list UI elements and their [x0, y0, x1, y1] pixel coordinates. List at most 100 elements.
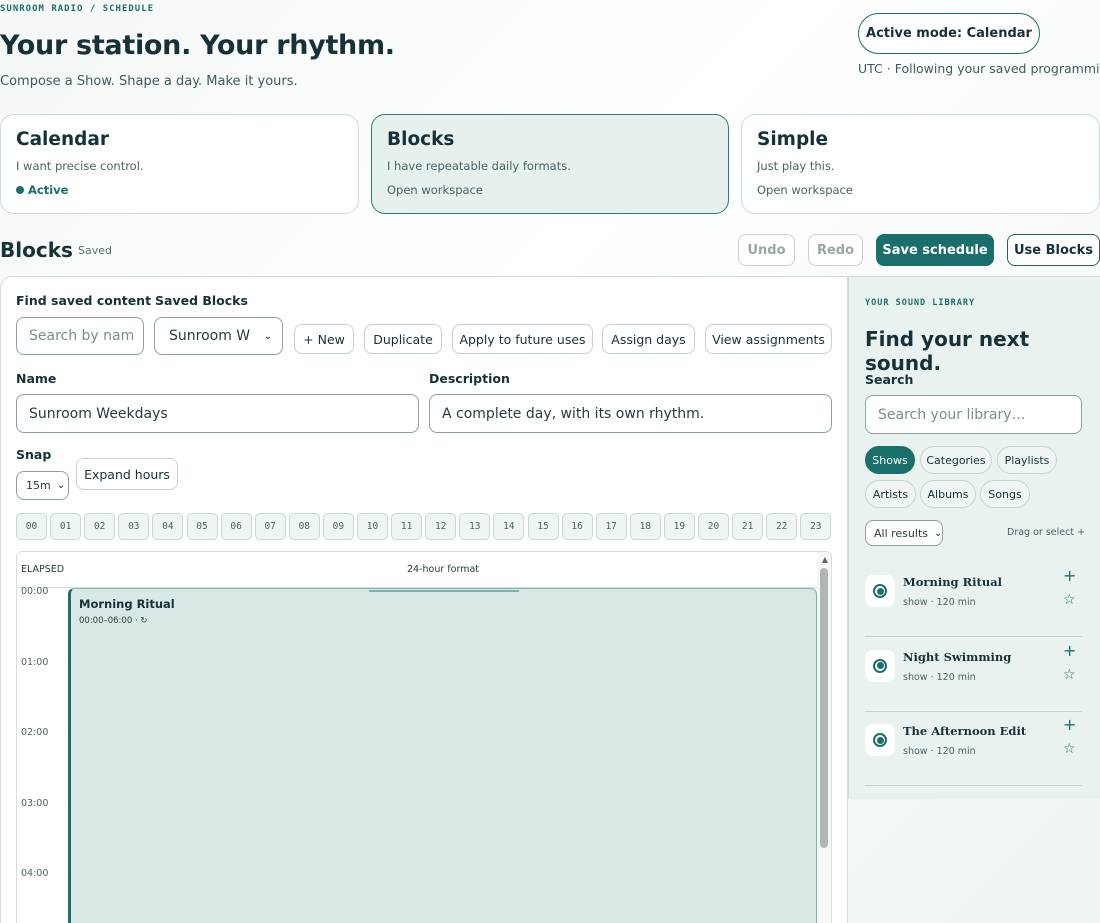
chevron-down-icon: ⌄ [934, 527, 943, 539]
mode-card-status: Open workspace [387, 183, 483, 197]
library-item-meta: show · 120 min [903, 671, 976, 683]
saved-blocks-value: Sunroom W [169, 328, 251, 344]
timeline-block-morning-ritual[interactable]: Morning Ritual 00:00–06:00 · ↻ [68, 588, 817, 923]
filter-artists[interactable]: Artists [865, 480, 916, 508]
star-icon[interactable]: ☆ [1063, 741, 1076, 757]
page-title: Your station. Your rhythm. [0, 30, 395, 61]
add-icon[interactable]: + [1063, 641, 1076, 660]
redo-button[interactable]: Redo [808, 234, 863, 266]
mode-card-status: Active [16, 183, 343, 197]
saved-blocks-select[interactable]: Sunroom W ⌄ [154, 317, 283, 355]
library-item-title: Morning Ritual [903, 575, 1003, 589]
hour-chip[interactable]: 22 [766, 513, 798, 540]
use-blocks-button[interactable]: Use Blocks [1007, 234, 1100, 266]
hour-chip[interactable]: 05 [186, 513, 218, 540]
section-title: Blocks [0, 238, 73, 262]
mode-card-status: Open workspace [757, 183, 853, 197]
mode-card-calendar[interactable]: Calendar I want precise control. Active [0, 114, 359, 214]
hour-chip[interactable]: 21 [732, 513, 764, 540]
hour-chip[interactable]: 06 [220, 513, 252, 540]
hour-chip[interactable]: 15 [527, 513, 559, 540]
breadcrumb: SUNROOM RADIO / SCHEDULE [0, 4, 155, 14]
hour-label: 02:00 [21, 727, 49, 738]
find-content-input[interactable]: Search by nam [16, 317, 144, 355]
name-field[interactable]: Sunroom Weekdays [16, 394, 419, 433]
library-item[interactable]: Night Swimming show · 120 min + ☆ [865, 637, 1082, 712]
hour-chip[interactable]: 11 [391, 513, 423, 540]
library-kicker: YOUR SOUND LIBRARY [865, 298, 976, 308]
description-label: Description [429, 371, 510, 386]
hour-chip[interactable]: 09 [322, 513, 354, 540]
expand-hours-button[interactable]: Expand hours [76, 458, 178, 490]
add-icon[interactable]: + [1063, 566, 1076, 585]
day-timeline[interactable]: ELAPSED 24-hour format 00:00 01:00 02:00 03… [16, 551, 832, 923]
now-indicator [369, 590, 519, 592]
elapsed-label: ELAPSED [21, 564, 65, 575]
hour-chip[interactable]: 10 [357, 513, 388, 540]
library-item-title: The Afternoon Edit [903, 724, 1027, 738]
hour-chip[interactable]: 23 [800, 513, 832, 540]
library-item[interactable]: Morning Ritual show · 120 min + ☆ [865, 562, 1082, 637]
hour-chip[interactable]: 17 [595, 513, 627, 540]
star-icon[interactable]: ☆ [1063, 592, 1076, 608]
scroll-thumb[interactable] [820, 568, 828, 848]
filter-songs[interactable]: Songs [980, 480, 1030, 508]
add-icon[interactable]: + [1063, 715, 1076, 734]
page-subtitle: Compose a Show. Shape a day. Make it you… [0, 74, 298, 89]
mode-card-simple[interactable]: Simple Just play this. Open workspace [741, 114, 1100, 214]
hour-label: 00:00 [21, 586, 49, 597]
block-time: 00:00–06:00 · ↻ [79, 616, 148, 626]
hour-chip[interactable]: 12 [425, 513, 457, 540]
hour-chip[interactable]: 00 [16, 513, 47, 540]
block-title: Morning Ritual [79, 597, 175, 611]
library-search-input[interactable]: Search your library… [865, 395, 1082, 434]
mode-card-title: Calendar [16, 129, 109, 150]
hour-chip[interactable]: 19 [663, 513, 695, 540]
mode-card-desc: I have repeatable daily formats. [387, 159, 571, 173]
mode-card-title: Blocks [387, 129, 455, 150]
snap-select[interactable]: 15m ⌄ [16, 471, 69, 500]
hour-chip[interactable]: 07 [254, 513, 286, 540]
assign-days-button[interactable]: Assign days [602, 324, 695, 354]
duplicate-button[interactable]: Duplicate [364, 324, 442, 354]
results-select[interactable]: All results ⌄ [865, 520, 943, 546]
show-icon [865, 649, 895, 682]
hour-label: 04:00 [21, 868, 49, 879]
snap-value: 15m [26, 479, 51, 492]
apply-future-button[interactable]: Apply to future uses [452, 324, 593, 354]
hour-chip[interactable]: 04 [152, 513, 184, 540]
view-assignments-button[interactable]: View assignments [705, 324, 832, 354]
hour-chip[interactable]: 13 [459, 513, 491, 540]
hour-chip[interactable]: 14 [493, 513, 525, 540]
star-icon[interactable]: ☆ [1063, 667, 1076, 683]
hour-chip[interactable]: 01 [50, 513, 82, 540]
filter-shows[interactable]: Shows [865, 446, 915, 474]
save-schedule-button[interactable]: Save schedule [876, 234, 994, 266]
description-field[interactable]: A complete day, with its own rhythm. [429, 394, 832, 433]
library-search-label: Search [865, 372, 914, 387]
hour-chip[interactable]: 02 [84, 513, 116, 540]
show-icon [865, 724, 895, 756]
hour-chip[interactable]: 16 [561, 513, 593, 540]
results-select-value: All results [874, 526, 928, 540]
filter-categories[interactable]: Categories [920, 446, 992, 474]
chevron-down-icon: ⌄ [56, 480, 66, 491]
drag-hint: Drag or select + [1007, 527, 1086, 538]
hour-chip[interactable]: 18 [629, 513, 661, 540]
active-mode-button[interactable]: Active mode: Calendar [858, 13, 1040, 54]
filter-playlists[interactable]: Playlists [997, 446, 1057, 474]
snap-label: Snap [16, 447, 52, 462]
mode-card-title: Simple [757, 129, 829, 150]
saved-blocks-label: Saved Blocks [155, 293, 248, 308]
scroll-up-icon[interactable]: ▲ [822, 555, 828, 564]
hour-chip[interactable]: 03 [118, 513, 150, 540]
new-block-button[interactable]: + New [294, 324, 354, 354]
filter-albums[interactable]: Albums [920, 480, 976, 508]
mode-card-blocks[interactable]: Blocks I have repeatable daily formats. … [371, 114, 729, 214]
hour-chip[interactable]: 08 [288, 513, 320, 540]
hour-chip[interactable]: 20 [698, 513, 729, 540]
status-line: UTC · Following your saved programming [858, 61, 1100, 76]
timeline-scrollbar[interactable]: ▲ [817, 552, 831, 923]
undo-button[interactable]: Undo [738, 234, 795, 266]
library-item[interactable]: The Afternoon Edit show · 120 min + ☆ [865, 711, 1082, 786]
